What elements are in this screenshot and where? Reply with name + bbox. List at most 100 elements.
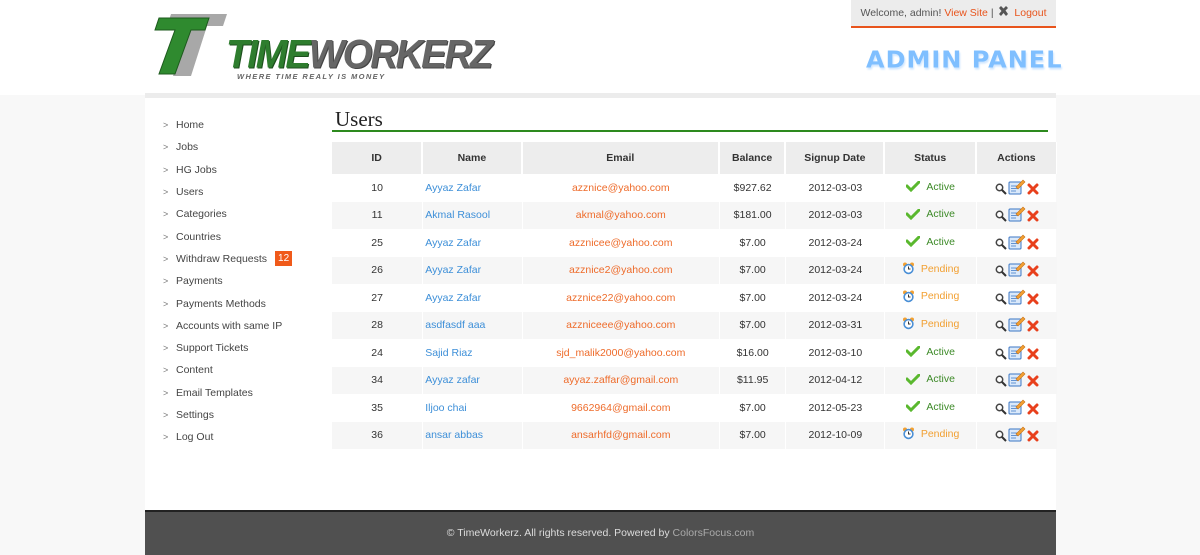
- user-name-link[interactable]: Akmal Rasool: [423, 201, 522, 229]
- column-header-balance[interactable]: Balance: [720, 142, 786, 174]
- delete-icon[interactable]: [1027, 403, 1039, 418]
- chevron-right-icon: >: [163, 365, 169, 376]
- status-badge[interactable]: Pending: [902, 290, 959, 303]
- sidebar-item-jobs[interactable]: > Jobs: [163, 136, 333, 158]
- sidebar-item-label: HG Jobs: [176, 163, 217, 176]
- sidebar-item-payments[interactable]: > Payments: [163, 270, 333, 292]
- user-email-link[interactable]: ansarhfd@gmail.com: [522, 421, 720, 449]
- user-name-link[interactable]: Iljoo chai: [423, 394, 521, 422]
- user-email-link[interactable]: azznicee@yahoo.com: [523, 229, 720, 257]
- edit-icon[interactable]: [1008, 288, 1026, 308]
- status-label: Active: [926, 400, 955, 413]
- sidebar-item-content[interactable]: > Content: [163, 359, 333, 381]
- sidebar-item-countries[interactable]: > Countries: [163, 225, 333, 247]
- sidebar-item-payments-methods[interactable]: > Payments Methods: [163, 292, 333, 314]
- sidebar-item-categories[interactable]: > Categories: [163, 203, 333, 225]
- sidebar-item-log-out[interactable]: > Log Out: [163, 426, 333, 448]
- sidebar-item-accounts-with-same-ip[interactable]: > Accounts with same IP: [163, 315, 333, 337]
- sidebar-item-hg-jobs[interactable]: > HG Jobs: [163, 159, 333, 181]
- sidebar-item-settings[interactable]: > Settings: [163, 404, 333, 426]
- delete-icon[interactable]: [1027, 375, 1039, 390]
- alarm-clock-icon: [902, 262, 914, 275]
- view-icon[interactable]: [995, 183, 1007, 198]
- column-header-id[interactable]: ID: [332, 142, 423, 174]
- cell-id: 24: [371, 346, 383, 359]
- user-email-link[interactable]: azznice2@yahoo.com: [522, 256, 720, 284]
- view-icon[interactable]: [995, 375, 1007, 390]
- delete-icon[interactable]: [1027, 265, 1039, 280]
- view-site-link[interactable]: View Site: [944, 7, 988, 19]
- count-badge: 12: [275, 251, 293, 267]
- user-email-link[interactable]: ayyaz.zaffar@gmail.com: [522, 366, 720, 394]
- view-icon[interactable]: [995, 403, 1007, 418]
- view-icon[interactable]: [995, 348, 1007, 363]
- column-header-email[interactable]: Email: [522, 142, 720, 174]
- edit-icon[interactable]: [1008, 370, 1026, 390]
- status-badge[interactable]: Active: [906, 373, 955, 385]
- status-badge[interactable]: Pending: [902, 317, 959, 330]
- status-badge[interactable]: Active: [906, 181, 955, 193]
- delete-icon[interactable]: [1027, 348, 1039, 363]
- status-badge[interactable]: Active: [906, 208, 955, 220]
- status-badge[interactable]: Pending: [902, 262, 959, 275]
- user-email-link[interactable]: azznice22@yahoo.com: [523, 284, 720, 312]
- view-icon[interactable]: [995, 430, 1007, 445]
- user-name-link[interactable]: ansar abbas: [423, 421, 522, 449]
- status-badge[interactable]: Active: [906, 401, 955, 413]
- column-header-signup-date[interactable]: Signup Date: [786, 142, 885, 174]
- user-name-link[interactable]: Ayyaz zafar: [423, 366, 522, 394]
- user-name-link[interactable]: Ayyaz Zafar: [423, 174, 521, 202]
- cell-id: 11: [332, 201, 423, 229]
- sidebar-item-label: Content: [176, 364, 213, 377]
- page-title: Users: [332, 106, 1048, 132]
- status-badge[interactable]: Active: [906, 346, 955, 358]
- sidebar-item-label: Email Templates: [176, 386, 253, 399]
- sidebar-item-withdraw-requests[interactable]: > Withdraw Requests 12: [163, 248, 333, 270]
- view-icon[interactable]: [995, 293, 1007, 308]
- column-header-status[interactable]: Status: [885, 142, 976, 174]
- sidebar-item-home[interactable]: > Home: [163, 114, 333, 136]
- edit-icon[interactable]: [1008, 205, 1026, 225]
- edit-icon[interactable]: [1008, 425, 1026, 445]
- view-icon[interactable]: [995, 320, 1007, 335]
- user-name-link[interactable]: Ayyaz Zafar: [423, 256, 522, 284]
- view-icon[interactable]: [995, 238, 1007, 253]
- edit-icon[interactable]: [1008, 260, 1026, 280]
- user-email-link[interactable]: akmal@yahoo.com: [522, 201, 720, 229]
- edit-icon[interactable]: [1008, 343, 1026, 363]
- cell-id: 10: [371, 181, 383, 194]
- edit-icon[interactable]: [1008, 315, 1026, 335]
- user-email-link[interactable]: sjd_malik2000@yahoo.com: [523, 339, 720, 367]
- user-name-link[interactable]: asdfasdf aaa: [423, 311, 522, 339]
- sidebar-item-support-tickets[interactable]: > Support Tickets: [163, 337, 333, 359]
- footer-powered-link[interactable]: ColorsFocus.com: [673, 527, 755, 539]
- user-email-link[interactable]: 9662964@gmail.com: [523, 394, 720, 422]
- status-badge[interactable]: Active: [906, 236, 955, 248]
- logo[interactable]: TIMEWORKERZ WHERE TIME REALY IS MONEY: [153, 8, 493, 83]
- edit-icon[interactable]: [1008, 398, 1026, 418]
- delete-icon[interactable]: [1027, 320, 1039, 335]
- delete-icon[interactable]: [1027, 430, 1039, 445]
- user-email-link[interactable]: azznice@yahoo.com: [523, 174, 720, 202]
- column-header-name[interactable]: Name: [423, 142, 522, 174]
- view-icon[interactable]: [995, 210, 1007, 225]
- user-name-link[interactable]: Sajid Riaz: [423, 339, 521, 367]
- user-name-link[interactable]: Ayyaz Zafar: [423, 284, 521, 312]
- cell-status: Pending: [885, 284, 975, 312]
- sidebar-item-email-templates[interactable]: > Email Templates: [163, 382, 333, 404]
- delete-icon[interactable]: [1027, 183, 1039, 198]
- cell-signup-date: 2012-10-09: [786, 421, 885, 449]
- delete-icon[interactable]: [1027, 238, 1039, 253]
- sidebar-item-users[interactable]: > Users: [163, 181, 333, 203]
- delete-icon[interactable]: [1027, 293, 1039, 308]
- delete-icon[interactable]: [1027, 210, 1039, 225]
- edit-icon[interactable]: [1008, 178, 1026, 198]
- user-name-link[interactable]: Ayyaz Zafar: [423, 229, 521, 257]
- edit-icon[interactable]: [1008, 233, 1026, 253]
- cell-actions: [977, 229, 1057, 257]
- view-icon[interactable]: [995, 265, 1007, 280]
- user-email-link[interactable]: azzniceee@yahoo.com: [522, 311, 720, 339]
- logout-link[interactable]: Logout: [1014, 7, 1046, 19]
- cell-signup-date: 2012-05-23: [808, 401, 863, 414]
- status-badge[interactable]: Pending: [902, 427, 959, 440]
